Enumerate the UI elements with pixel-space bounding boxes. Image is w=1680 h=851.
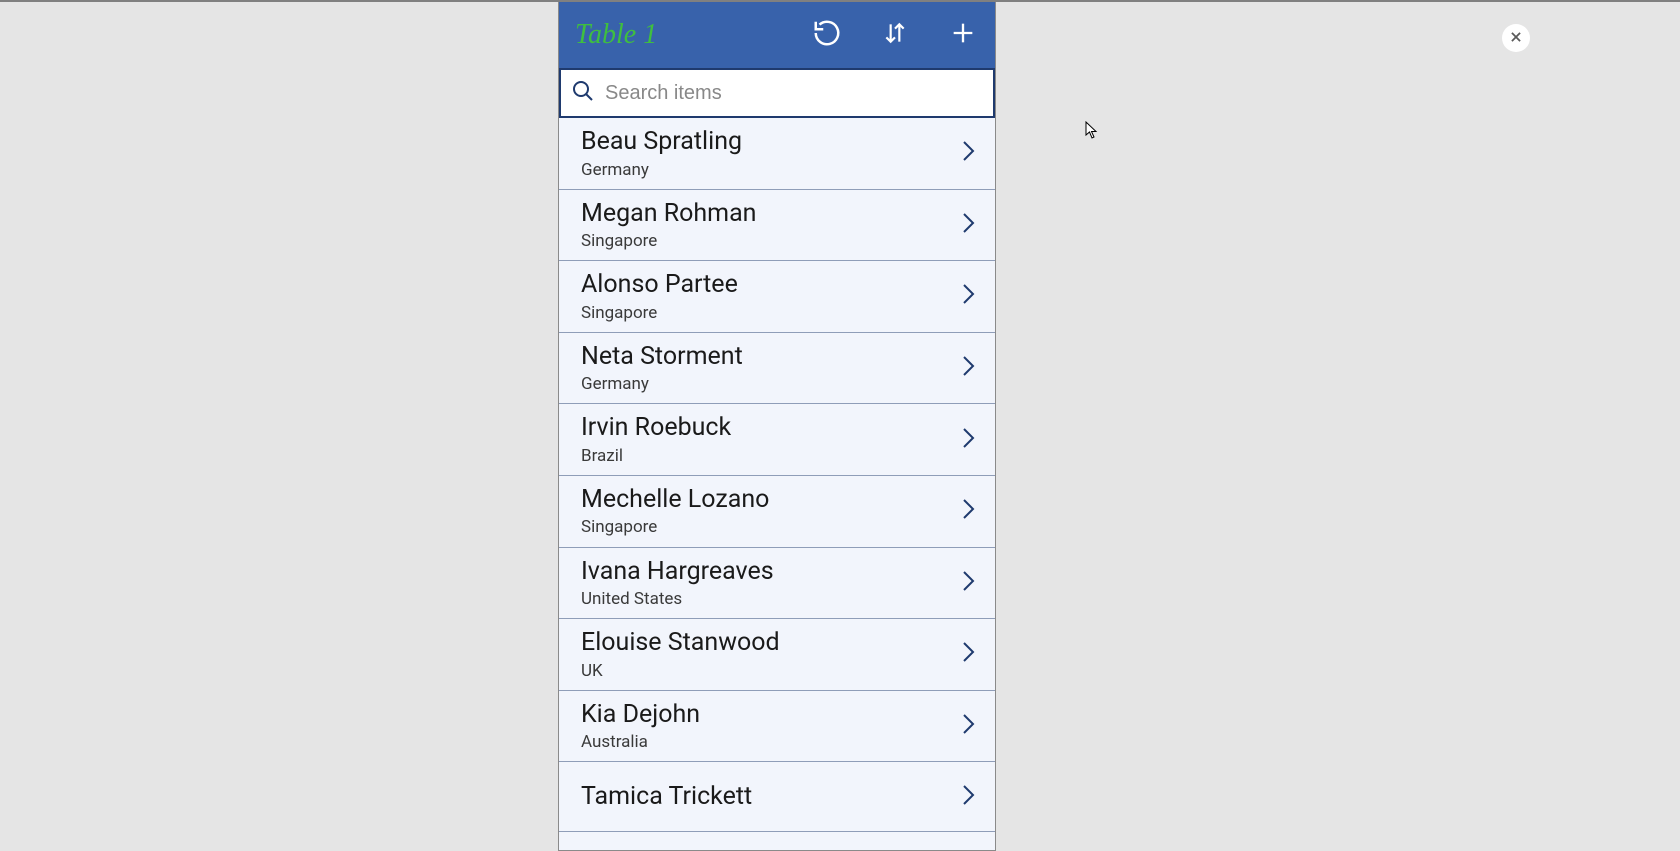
- item-sub: Singapore: [581, 230, 757, 252]
- item-sub: Singapore: [581, 516, 769, 538]
- item-text: Alonso ParteeSingapore: [581, 269, 738, 324]
- chevron-right-icon: [961, 352, 977, 384]
- refresh-button[interactable]: [811, 19, 843, 51]
- chevron-right-icon: [961, 781, 977, 813]
- list-item[interactable]: Tamica Trickett: [559, 762, 995, 832]
- panel-title: Table 1: [575, 19, 775, 51]
- search-bar[interactable]: [559, 68, 995, 118]
- refresh-icon: [812, 18, 842, 52]
- item-name: Ivana Hargreaves: [581, 556, 774, 589]
- item-sub: United States: [581, 588, 774, 610]
- chevron-right-icon: [961, 567, 977, 599]
- item-text: Mechelle LozanoSingapore: [581, 484, 769, 539]
- item-name: Kia Dejohn: [581, 699, 700, 732]
- search-icon: [571, 79, 595, 107]
- item-name: Irvin Roebuck: [581, 412, 731, 445]
- item-text: Megan RohmanSingapore: [581, 198, 757, 253]
- list-item[interactable]: Neta StormentGermany: [559, 333, 995, 405]
- item-text: Irvin RoebuckBrazil: [581, 412, 731, 467]
- chevron-right-icon: [961, 424, 977, 456]
- item-sub: Singapore: [581, 302, 738, 324]
- item-name: Megan Rohman: [581, 198, 757, 231]
- chevron-right-icon: [961, 209, 977, 241]
- search-input[interactable]: [595, 82, 983, 105]
- panel-header: Table 1: [559, 2, 995, 68]
- chevron-right-icon: [961, 495, 977, 527]
- plus-icon: [949, 19, 977, 51]
- list-item[interactable]: Elouise StanwoodUK: [559, 619, 995, 691]
- list-item[interactable]: Mechelle LozanoSingapore: [559, 476, 995, 548]
- item-text: Kia DejohnAustralia: [581, 699, 700, 754]
- item-name: Beau Spratling: [581, 126, 742, 159]
- close-button[interactable]: [1502, 24, 1530, 52]
- list-item[interactable]: Irvin RoebuckBrazil: [559, 404, 995, 476]
- item-name: Elouise Stanwood: [581, 627, 780, 660]
- list-item[interactable]: Alonso ParteeSingapore: [559, 261, 995, 333]
- chevron-right-icon: [961, 137, 977, 169]
- sort-icon: [882, 18, 908, 52]
- close-icon: [1509, 29, 1523, 48]
- chevron-right-icon: [961, 638, 977, 670]
- item-name: Mechelle Lozano: [581, 484, 769, 517]
- item-text: Ivana HargreavesUnited States: [581, 556, 774, 611]
- item-text: Neta StormentGermany: [581, 341, 743, 396]
- item-sub: Germany: [581, 373, 743, 395]
- item-name: Alonso Partee: [581, 269, 738, 302]
- chevron-right-icon: [961, 280, 977, 312]
- item-list: Beau SpratlingGermanyMegan RohmanSingapo…: [559, 118, 995, 832]
- item-sub: Germany: [581, 159, 742, 181]
- item-sub: UK: [581, 660, 780, 682]
- list-item[interactable]: Megan RohmanSingapore: [559, 190, 995, 262]
- item-text: Beau SpratlingGermany: [581, 126, 742, 181]
- item-name: Tamica Trickett: [581, 781, 752, 814]
- sort-button[interactable]: [879, 19, 911, 51]
- add-button[interactable]: [947, 19, 979, 51]
- list-item[interactable]: Kia DejohnAustralia: [559, 691, 995, 763]
- item-sub: Australia: [581, 731, 700, 753]
- chevron-right-icon: [961, 710, 977, 742]
- list-item[interactable]: Beau SpratlingGermany: [559, 118, 995, 190]
- item-sub: Brazil: [581, 445, 731, 467]
- item-name: Neta Storment: [581, 341, 743, 374]
- mouse-cursor: [1085, 121, 1099, 143]
- item-text: Elouise StanwoodUK: [581, 627, 780, 682]
- table-panel: Table 1: [558, 2, 996, 851]
- item-text: Tamica Trickett: [581, 781, 752, 814]
- list-item[interactable]: Ivana HargreavesUnited States: [559, 548, 995, 620]
